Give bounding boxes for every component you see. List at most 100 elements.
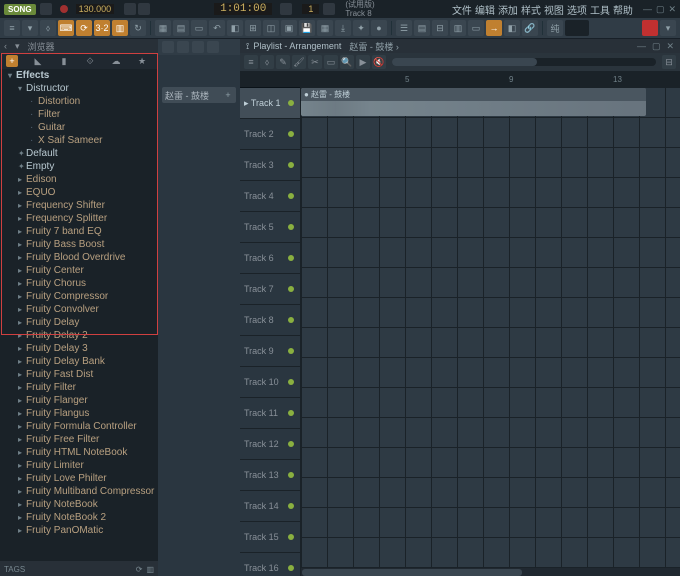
tool-pl-icon[interactable]: ☰ [396, 20, 412, 36]
tool-blend-icon[interactable]: ▥ [112, 20, 128, 36]
tab-plugin-icon[interactable]: ⟐ [84, 56, 96, 67]
tab-all-icon[interactable]: ◣ [32, 56, 44, 67]
track-header[interactable]: Track 2 [240, 119, 300, 150]
menu-edit[interactable]: 编辑 [475, 2, 495, 17]
track-header[interactable]: Track 14 [240, 491, 300, 522]
options-icon[interactable]: ▾ [15, 41, 20, 52]
tab-cloud-icon[interactable]: ☁ [110, 56, 122, 67]
track-header[interactable]: Track 8 [240, 305, 300, 336]
tree-node[interactable]: ▸Fruity Limiter [0, 459, 158, 472]
track-header[interactable]: Track 11 [240, 398, 300, 429]
track-header[interactable]: ▸ Track 1 [240, 88, 300, 119]
pt-length-icon[interactable]: ⊟ [662, 55, 676, 69]
tool-close-panels-icon[interactable]: → [486, 20, 502, 36]
pt-menu-icon[interactable]: ≡ [244, 55, 258, 69]
ch-opt-icon[interactable] [177, 41, 189, 53]
tree-node[interactable]: ▸Fruity Bass Boost [0, 238, 158, 251]
pl-max-icon[interactable]: ▢ [652, 41, 661, 52]
tree-node[interactable]: ▸Fruity NoteBook [0, 498, 158, 511]
tab-star-icon[interactable]: ★ [136, 56, 148, 67]
stop-button[interactable] [138, 3, 150, 15]
track-header[interactable]: Track 6 [240, 243, 300, 274]
tree-node[interactable]: ▸Fruity Filter [0, 381, 158, 394]
tree-node[interactable]: ▸Fruity HTML NoteBook [0, 446, 158, 459]
menu-view[interactable]: 视图 [544, 2, 564, 17]
tags-bar[interactable]: TAGS ⟳ ▥ [0, 561, 158, 576]
pt-snap-icon[interactable]: ⬨ [260, 55, 274, 69]
tree-node[interactable]: ✦Default [0, 147, 158, 160]
pl-breadcrumb[interactable]: 赵雷 - 鼓楼 › [349, 40, 399, 53]
tool-onekey-icon[interactable]: ✦ [353, 20, 369, 36]
tool-export-icon[interactable]: ⤓ [335, 20, 351, 36]
channel-slot[interactable]: 赵雷 - 鼓楼 + [162, 87, 236, 103]
tool-view1-icon[interactable]: ◧ [227, 20, 243, 36]
tool-render-icon[interactable]: ▦ [317, 20, 333, 36]
tool-typing-icon[interactable]: ⌨ [58, 20, 74, 36]
tool-info-icon[interactable]: ● [371, 20, 387, 36]
tree-node[interactable]: ▸Fruity Blood Overdrive [0, 251, 158, 264]
track-header[interactable]: Track 15 [240, 522, 300, 553]
tool-snap-icon[interactable]: ⬨ [40, 20, 56, 36]
tag-filter-icon[interactable]: ▥ [146, 565, 154, 574]
pl-zoom-scroll[interactable] [392, 58, 656, 66]
step-back-icon[interactable] [280, 3, 292, 15]
tree-node[interactable]: ▸EQUO [0, 186, 158, 199]
tool-ch-icon[interactable]: ⊟ [432, 20, 448, 36]
tree-node[interactable]: ▸Fruity Delay 3 [0, 342, 158, 355]
pt-play-icon[interactable]: ▶ [356, 55, 370, 69]
track-header[interactable]: Track 10 [240, 367, 300, 398]
tree-node[interactable]: ▸Fruity Convolver [0, 303, 158, 316]
tree-node[interactable]: ▸Fruity PanOMatic [0, 524, 158, 537]
menu-add[interactable]: 添加 [498, 2, 518, 17]
play-button[interactable] [124, 3, 136, 15]
tree-node[interactable]: ▸Frequency Shifter [0, 199, 158, 212]
tool-loop-icon[interactable]: ↻ [130, 20, 146, 36]
tree-node[interactable]: ▸Fruity Multiband Compressor [0, 485, 158, 498]
tool-pat-icon[interactable]: ▦ [155, 20, 171, 36]
pl-menu-icon[interactable]: ⟟ [246, 41, 249, 52]
pt-cut-icon[interactable]: ✂ [308, 55, 322, 69]
track-header[interactable]: Track 4 [240, 181, 300, 212]
tree-node[interactable]: ▸Fruity Love Philter [0, 472, 158, 485]
tool-wait-icon[interactable]: ⟳ [76, 20, 92, 36]
tree-node[interactable]: ▸Fruity NoteBook 2 [0, 511, 158, 524]
tree-node[interactable]: ·Filter [0, 108, 158, 121]
tag-refresh-icon[interactable]: ⟳ [136, 565, 143, 574]
song-mode-button[interactable]: SONG [4, 4, 36, 15]
tree-node[interactable]: ▸Fruity Delay 2 [0, 329, 158, 342]
ch-menu-icon[interactable] [162, 41, 174, 53]
menu-help[interactable]: 帮助 [613, 2, 633, 17]
track-header[interactable]: Track 5 [240, 212, 300, 243]
record-button[interactable] [60, 5, 68, 13]
tool-cursor-icon[interactable]: ▾ [22, 20, 38, 36]
menu-tools[interactable]: 工具 [590, 2, 610, 17]
tool-undo-icon[interactable]: ↶ [209, 20, 225, 36]
channel-add-icon[interactable]: + [223, 90, 233, 100]
metronome-icon[interactable] [40, 3, 52, 15]
pt-draw-icon[interactable]: ✎ [276, 55, 290, 69]
track-header[interactable]: Track 7 [240, 274, 300, 305]
tree-node[interactable]: ▸Fruity Center [0, 264, 158, 277]
tool-pr-icon[interactable]: ▤ [414, 20, 430, 36]
ch-loop-icon[interactable] [192, 41, 204, 53]
time-display[interactable]: 1:01:00 [214, 3, 272, 15]
tree-node[interactable]: ▸Fruity Fast Dist [0, 368, 158, 381]
tree-node[interactable]: ▾Effects [0, 69, 158, 82]
menu-file[interactable]: 文件 [452, 2, 472, 17]
pattern-number[interactable]: 1 [302, 4, 319, 14]
tool-step-icon[interactable]: ▭ [191, 20, 207, 36]
track-header[interactable]: Track 12 [240, 429, 300, 460]
tool-view4-icon[interactable]: ▣ [281, 20, 297, 36]
add-tab-button[interactable]: + [6, 55, 18, 67]
tool-mx-icon[interactable]: ▥ [450, 20, 466, 36]
lang-menu-icon[interactable]: ▾ [660, 20, 676, 36]
lang-flag-icon[interactable] [642, 20, 658, 36]
tree-node[interactable]: ▸Fruity Delay Bank [0, 355, 158, 368]
menu-options[interactable]: 选项 [567, 2, 587, 17]
step-fwd-icon[interactable] [323, 3, 335, 15]
tool-countdown-icon[interactable]: 3·2 [94, 20, 110, 36]
menu-patterns[interactable]: 样式 [521, 2, 541, 17]
browser-tree[interactable]: ▾Effects▾Distructor·Distortion·Filter·Gu… [0, 69, 158, 561]
tool-view3-icon[interactable]: ◫ [263, 20, 279, 36]
tree-node[interactable]: ✦Empty [0, 160, 158, 173]
